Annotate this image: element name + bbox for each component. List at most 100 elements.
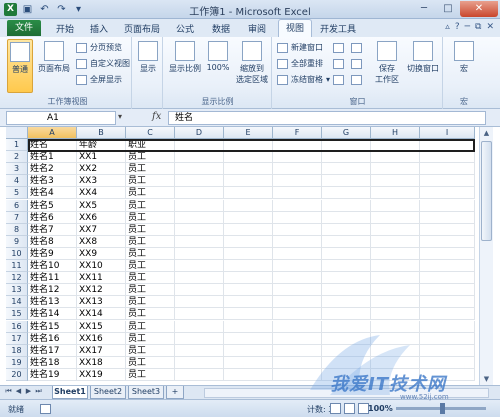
cell-i17[interactable] <box>420 332 475 345</box>
cell-c9[interactable]: 员工 <box>126 235 175 248</box>
cell-g17[interactable] <box>322 332 371 345</box>
cell-b5[interactable]: XX4 <box>77 187 126 200</box>
cell-c7[interactable]: 员工 <box>126 211 175 224</box>
cell-e17[interactable] <box>224 332 273 345</box>
cell-c8[interactable]: 员工 <box>126 223 175 236</box>
cell-d11[interactable] <box>175 260 224 273</box>
split-button[interactable] <box>333 41 344 54</box>
cell-c3[interactable]: 员工 <box>126 163 175 176</box>
cell-b13[interactable]: XX12 <box>77 284 126 297</box>
cell-f7[interactable] <box>273 211 322 224</box>
page-layout-shortcut-icon[interactable] <box>344 403 355 414</box>
cell-e15[interactable] <box>224 308 273 321</box>
cell-i8[interactable] <box>420 223 475 236</box>
cell-a17[interactable]: 姓名16 <box>28 332 77 345</box>
cell-i6[interactable] <box>420 199 475 212</box>
cell-a12[interactable]: 姓名11 <box>28 272 77 285</box>
scroll-down-icon[interactable]: ▼ <box>480 373 493 385</box>
cell-h2[interactable] <box>371 151 420 164</box>
worksheet-grid[interactable]: ▲ ▼ A B C D E F G H I 1 姓名 年龄 职业 2 姓名1 XX1 员工 3 姓名2 XX2 员工 4 姓… <box>0 127 500 385</box>
cell-b8[interactable]: XX7 <box>77 223 126 236</box>
cell-d16[interactable] <box>175 320 224 333</box>
normal-view-shortcut-icon[interactable] <box>330 403 341 414</box>
cell-a14[interactable]: 姓名13 <box>28 296 77 309</box>
cell-i2[interactable] <box>420 151 475 164</box>
cell-i7[interactable] <box>420 211 475 224</box>
cell-i12[interactable] <box>420 272 475 285</box>
cell-h12[interactable] <box>371 272 420 285</box>
prev-sheet-icon[interactable]: ◀ <box>14 387 23 396</box>
tab-formulas[interactable]: 公式 <box>176 22 194 35</box>
row-header-9[interactable]: 9 <box>6 235 28 248</box>
row-header-19[interactable]: 19 <box>6 356 28 369</box>
cell-a1[interactable]: 姓名 <box>28 139 77 152</box>
cell-i11[interactable] <box>420 260 475 273</box>
cell-h17[interactable] <box>371 332 420 345</box>
workbook-close-icon[interactable]: ✕ <box>486 22 494 32</box>
row-header-6[interactable]: 6 <box>6 199 28 212</box>
cell-a13[interactable]: 姓名12 <box>28 284 77 297</box>
cell-e7[interactable] <box>224 211 273 224</box>
cell-f20[interactable] <box>273 368 322 381</box>
cell-b15[interactable]: XX14 <box>77 308 126 321</box>
cell-b18[interactable]: XX17 <box>77 344 126 357</box>
workbook-minimize-icon[interactable]: ─ <box>465 22 470 32</box>
cell-h19[interactable] <box>371 356 420 369</box>
row-header-5[interactable]: 5 <box>6 187 28 200</box>
cell-d8[interactable] <box>175 223 224 236</box>
cell-b10[interactable]: XX9 <box>77 247 126 260</box>
zoom-to-selection-button[interactable]: 缩放到 选定区域 <box>234 41 270 85</box>
sheet-tab-2[interactable]: Sheet2 <box>90 386 126 399</box>
column-header-a[interactable]: A <box>28 127 77 139</box>
cell-d2[interactable] <box>175 151 224 164</box>
cell-i1[interactable] <box>420 139 475 152</box>
zoom-100-button[interactable]: 100% <box>206 41 230 72</box>
cell-f13[interactable] <box>273 284 322 297</box>
cell-f19[interactable] <box>273 356 322 369</box>
tab-view[interactable]: 视图 <box>278 19 312 38</box>
cell-b7[interactable]: XX6 <box>77 211 126 224</box>
cell-h18[interactable] <box>371 344 420 357</box>
cell-h9[interactable] <box>371 235 420 248</box>
cell-i13[interactable] <box>420 284 475 297</box>
hide-button[interactable] <box>333 57 344 70</box>
switch-windows-button[interactable]: 切换窗口 <box>405 41 441 74</box>
cell-g14[interactable] <box>322 296 371 309</box>
tab-data[interactable]: 数据 <box>212 22 230 35</box>
cell-h3[interactable] <box>371 163 420 176</box>
sync-scroll-button[interactable] <box>351 57 362 70</box>
cell-h15[interactable] <box>371 308 420 321</box>
cell-e1[interactable] <box>224 139 273 152</box>
insert-sheet-icon[interactable]: + <box>166 386 184 399</box>
vertical-scrollbar[interactable]: ▲ ▼ <box>479 127 493 385</box>
select-all-corner[interactable] <box>6 127 28 139</box>
normal-view-button[interactable]: 普通 <box>7 39 33 93</box>
cell-d19[interactable] <box>175 356 224 369</box>
cell-g12[interactable] <box>322 272 371 285</box>
cell-i4[interactable] <box>420 175 475 188</box>
cell-e20[interactable] <box>224 368 273 381</box>
cell-e19[interactable] <box>224 356 273 369</box>
cell-f9[interactable] <box>273 235 322 248</box>
cell-c5[interactable]: 员工 <box>126 187 175 200</box>
sheet-tab-3[interactable]: Sheet3 <box>128 386 164 399</box>
cell-e11[interactable] <box>224 260 273 273</box>
cell-b20[interactable]: XX19 <box>77 368 126 381</box>
cell-d4[interactable] <box>175 175 224 188</box>
cell-g15[interactable] <box>322 308 371 321</box>
insert-function-icon[interactable]: fx <box>152 111 161 122</box>
cell-h16[interactable] <box>371 320 420 333</box>
cell-e10[interactable] <box>224 247 273 260</box>
column-header-b[interactable]: B <box>77 127 126 139</box>
cell-e9[interactable] <box>224 235 273 248</box>
column-header-i[interactable]: I <box>420 127 475 139</box>
cell-g16[interactable] <box>322 320 371 333</box>
row-header-20[interactable]: 20 <box>6 368 28 381</box>
page-break-preview-button[interactable]: 分页预览 <box>76 41 122 54</box>
cell-a8[interactable]: 姓名7 <box>28 223 77 236</box>
row-header-15[interactable]: 15 <box>6 308 28 321</box>
cell-a6[interactable]: 姓名5 <box>28 199 77 212</box>
tab-page-layout[interactable]: 页面布局 <box>124 22 160 35</box>
row-header-3[interactable]: 3 <box>6 163 28 176</box>
cell-h13[interactable] <box>371 284 420 297</box>
